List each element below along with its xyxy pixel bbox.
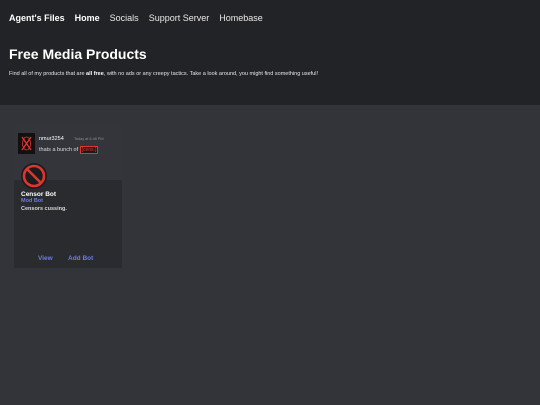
prohibited-icon [21,163,47,189]
bot-tag: Mod Bot [21,198,43,204]
subtitle-bold: all free [86,71,104,77]
nav-socials[interactable]: Socials [110,13,139,23]
nav-home[interactable]: Home [75,13,100,23]
view-button[interactable]: View [38,255,53,262]
top-header: Agent's Files Home Socials Support Serve… [0,0,540,105]
message-username: nmur3254 [39,136,64,142]
censored-word: [cens.] [79,146,99,154]
page-subtitle: Find all of my products that are all fre… [9,71,318,77]
message-timestamp: Today at 6:48 PM [74,137,104,141]
brand-link[interactable]: Agent's Files [9,13,65,23]
subtitle-end: , with no ads or any creepy tactics. Tak… [103,71,318,77]
add-bot-button[interactable]: Add Bot [68,255,93,262]
message-body: thats a bunch of [39,147,79,153]
nav-homebase[interactable]: Homebase [219,13,263,23]
product-card: nmur3254 Today at 6:48 PM thats a bunch … [14,127,122,268]
main-nav: Agent's Files Home Socials Support Serve… [9,13,273,23]
red-x-logo-icon [18,133,35,154]
subtitle-start: Find all of my products that are [9,71,87,77]
message-text: thats a bunch of [cens.] [39,146,99,154]
bot-description: Censors cussing. [21,206,67,212]
page-title: Free Media Products [9,46,147,62]
nav-support-server[interactable]: Support Server [149,13,210,23]
bot-name: Censor Bot [21,191,57,198]
